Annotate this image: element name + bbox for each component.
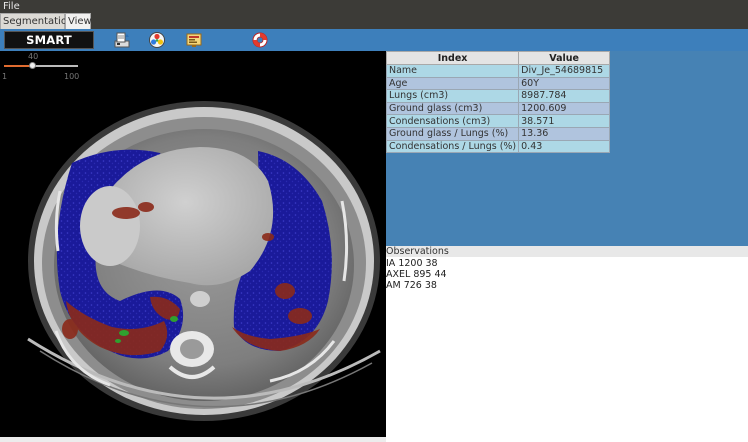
observations-list[interactable]: IA 1200 38 AXEL 895 44 AM 726 38: [386, 258, 748, 291]
observation-line: AXEL 895 44: [386, 269, 447, 280]
table-row[interactable]: Name Div_Je_54689815: [385, 64, 611, 78]
cell-value: 0.43: [518, 139, 611, 154]
cell-index: Ground glass / Lungs (%): [385, 126, 520, 141]
tab-bar: Segmentation View: [0, 13, 748, 29]
table-row[interactable]: Age 60Y: [385, 76, 611, 91]
cell-value: 1200.609: [518, 101, 611, 116]
table-row[interactable]: Ground glass (cm3) 1200.609: [385, 101, 611, 116]
slider-max-label: 100: [64, 72, 80, 81]
cell-index: Name: [385, 64, 520, 78]
export-icon[interactable]: [113, 31, 131, 49]
cell-value: 8987.784: [518, 89, 611, 103]
slider-min-label: 1: [2, 72, 8, 81]
ct-image-viewer[interactable]: 40 1 100: [0, 51, 386, 437]
results-table: Index Value Name Div_Je_54689815 Age 60Y…: [385, 51, 611, 154]
slider-value: 40: [28, 52, 39, 61]
cell-index: Age: [385, 76, 520, 91]
slider-handle[interactable]: [29, 62, 37, 69]
table-row[interactable]: Condensations (cm3) 38.571: [385, 114, 611, 128]
cell-value: 13.36: [518, 126, 611, 141]
cell-index: Ground glass (cm3): [385, 101, 520, 116]
observation-line: IA 1200 38: [386, 258, 438, 269]
opacity-slider[interactable]: 40 1 100: [0, 51, 82, 81]
results-panel: Index Value Name Div_Je_54689815 Age 60Y…: [385, 51, 748, 442]
tab-view[interactable]: View: [65, 13, 92, 29]
report-icon[interactable]: [185, 31, 203, 49]
observations-title: Observations: [386, 246, 748, 257]
cell-value: 60Y: [518, 76, 611, 91]
observation-line: AM 726 38: [386, 280, 437, 291]
cell-index: Lungs (cm3): [385, 89, 520, 103]
lifebuoy-icon[interactable]: [251, 31, 269, 49]
cell-index: Condensations (cm3): [385, 114, 520, 128]
color-wheel-icon[interactable]: [148, 31, 166, 49]
table-row[interactable]: Lungs (cm3) 8987.784: [385, 89, 611, 103]
column-header-value[interactable]: Value: [518, 51, 611, 65]
toolbar: SMART Lungs: [0, 29, 748, 63]
cell-index: Condensations / Lungs (%): [385, 139, 520, 154]
status-strip: [0, 437, 386, 442]
table-row[interactable]: Condensations / Lungs (%) 0.43: [385, 139, 611, 154]
results-table-area: Index Value Name Div_Je_54689815 Age 60Y…: [385, 51, 748, 246]
table-row[interactable]: Ground glass / Lungs (%) 13.36: [385, 126, 611, 141]
cell-value: 38.571: [518, 114, 611, 128]
menu-bar: File: [0, 0, 748, 13]
cell-value: Div_Je_54689815: [518, 64, 611, 78]
tab-segmentation[interactable]: Segmentation: [0, 13, 73, 29]
ct-scan-image[interactable]: [0, 51, 386, 437]
app-logo: SMART Lungs: [4, 31, 94, 63]
column-header-index[interactable]: Index: [385, 51, 520, 65]
menu-file[interactable]: File: [3, 0, 20, 13]
